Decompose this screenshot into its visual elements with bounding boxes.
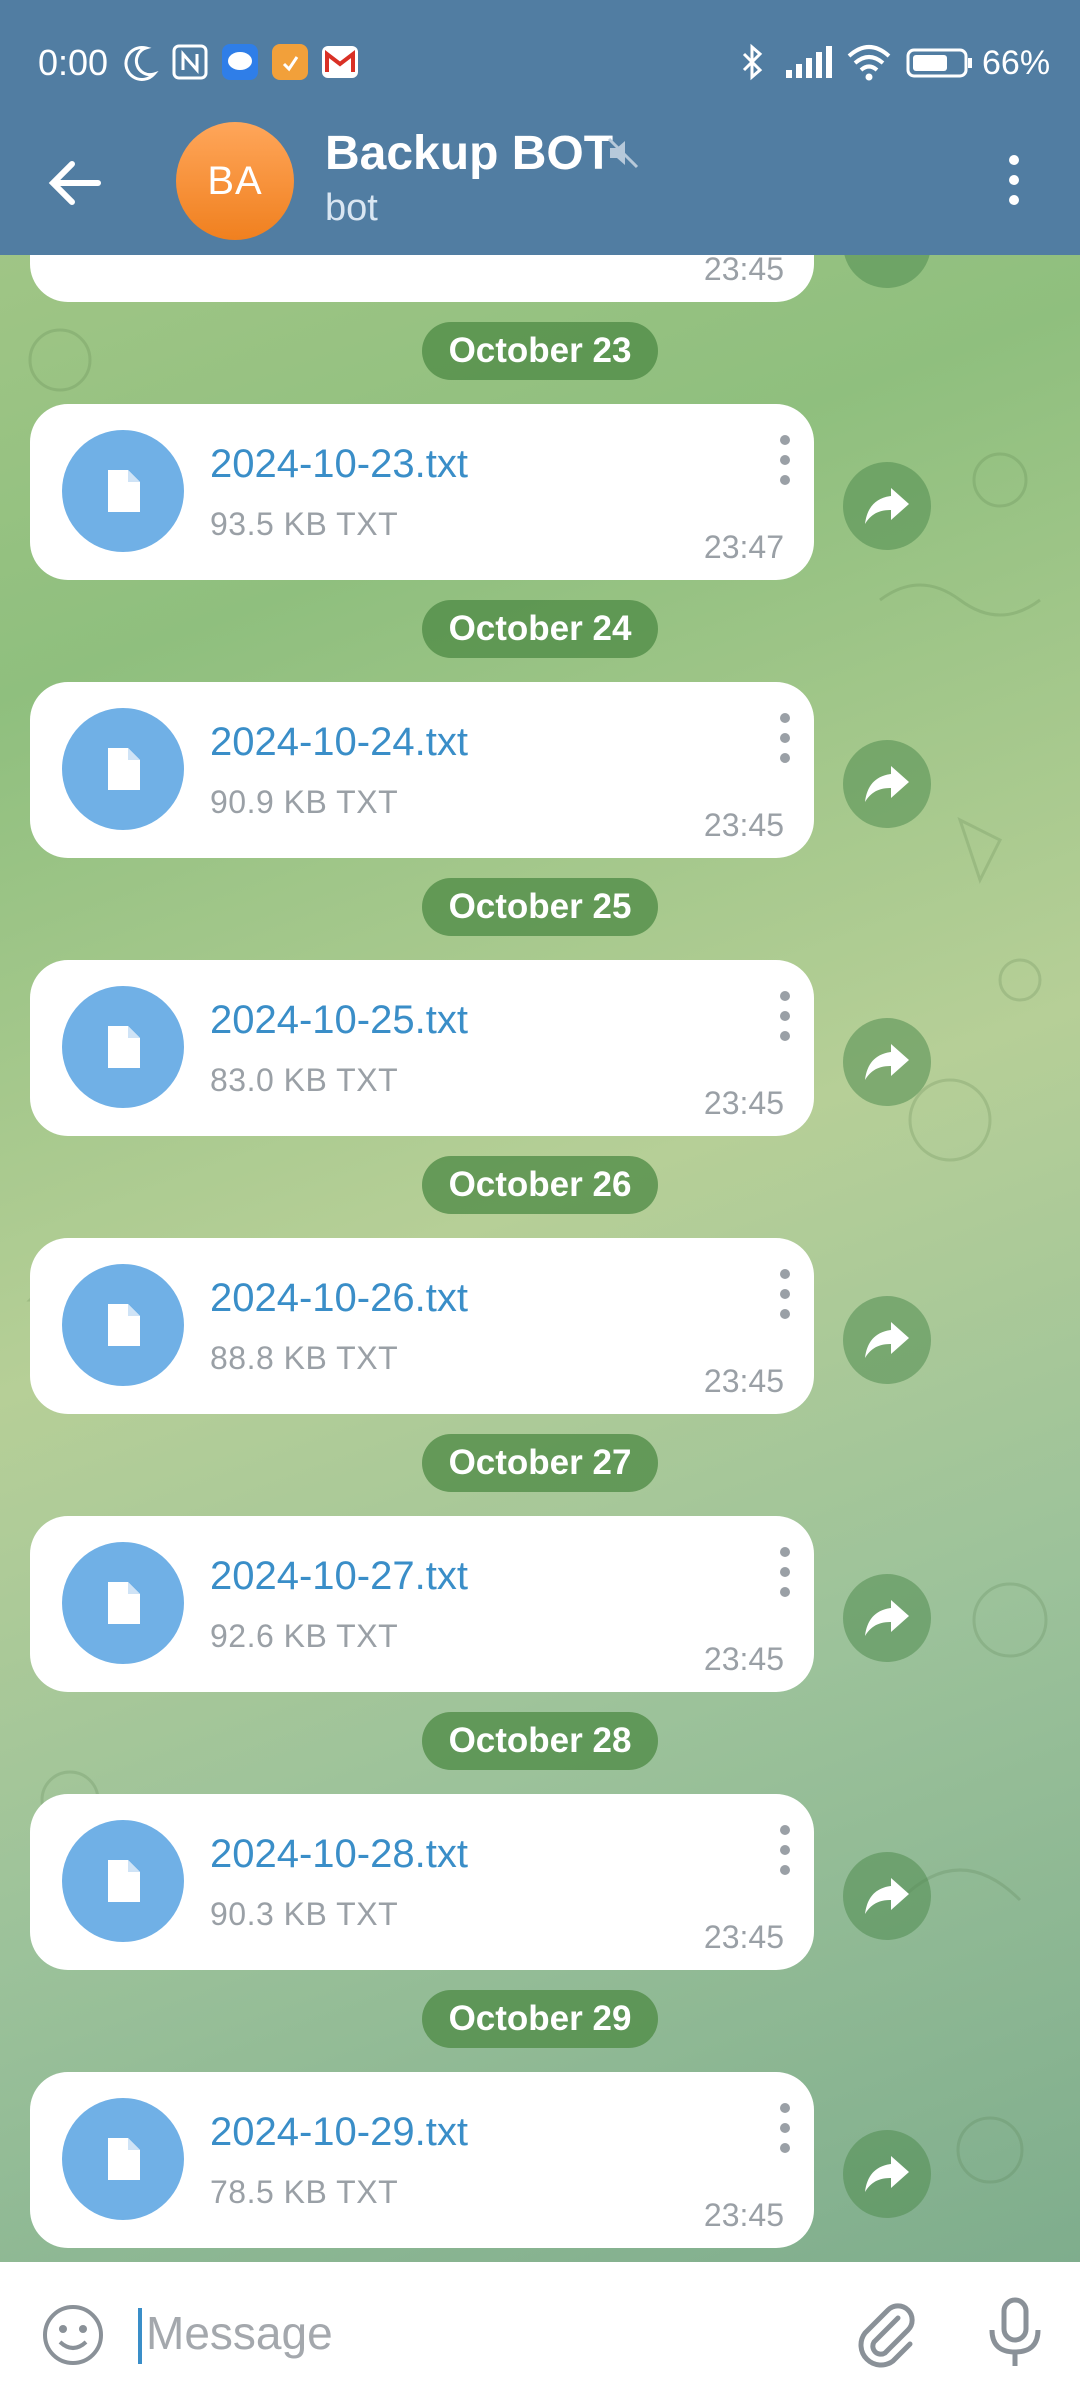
file-size: 90.9 KB TXT (210, 784, 399, 820)
document-icon (108, 1026, 140, 1068)
message-composer (0, 2262, 1080, 2400)
message-time: 23:45 (703, 2197, 784, 2233)
file-size: 92.6 KB TXT (210, 1618, 399, 1654)
more-options-icon[interactable] (770, 710, 800, 766)
chat-subtitle: bot (325, 187, 378, 229)
more-options-icon[interactable] (770, 1544, 800, 1600)
file-name[interactable]: 2024-10-23.txt (210, 442, 468, 487)
app-notification-icon (272, 44, 308, 80)
more-options-icon[interactable] (770, 988, 800, 1044)
signal-icon (786, 46, 832, 78)
date-separator: October 24 (422, 600, 658, 658)
more-options-icon[interactable] (770, 1266, 800, 1322)
document-icon (108, 1860, 140, 1902)
file-size: 88.8 KB TXT (210, 1340, 399, 1376)
file-message-bubble[interactable]: 2024-10-24.txt 90.9 KB TXT 23:45 (30, 682, 814, 858)
share-button[interactable] (843, 2130, 931, 2218)
share-button[interactable] (843, 1852, 931, 1940)
back-arrow-icon[interactable] (40, 148, 110, 218)
status-bar: 0:00 66% (0, 0, 1080, 130)
file-message-bubble[interactable]: 2024-10-27.txt 92.6 KB TXT 23:45 (30, 1516, 814, 1692)
document-icon (108, 748, 140, 790)
forward-arrow-icon (865, 766, 909, 802)
wifi-icon (847, 45, 891, 81)
share-button[interactable] (843, 462, 931, 550)
file-name[interactable]: 2024-10-27.txt (210, 1554, 468, 1599)
file-message-bubble[interactable]: 2024-10-25.txt 83.0 KB TXT 23:45 (30, 960, 814, 1136)
file-message-bubble[interactable]: 2024-10-28.txt 90.3 KB TXT 23:45 (30, 1794, 814, 1970)
more-options-icon[interactable] (770, 2100, 800, 2156)
message-time: 23:45 (703, 1641, 784, 1677)
app-header: 0:00 66% BA Backup BOT bot (0, 0, 1080, 255)
file-message-bubble[interactable]: 2024-10-29.txt 78.5 KB TXT 23:45 (30, 2072, 814, 2248)
date-separator: October 23 (422, 322, 658, 380)
date-separator: October 29 (422, 1990, 658, 2048)
microphone-icon[interactable] (980, 2296, 1050, 2370)
forward-arrow-icon (865, 1600, 909, 1636)
file-size: 93.5 KB TXT (210, 506, 399, 542)
messenger-app-icon (222, 44, 258, 80)
file-name[interactable]: 2024-10-29.txt (210, 2110, 468, 2155)
more-menu-icon[interactable] (990, 148, 1038, 212)
file-message-bubble[interactable]: 2024-10-26.txt 88.8 KB TXT 23:45 (30, 1238, 814, 1414)
forward-arrow-icon (865, 488, 909, 524)
file-download-button[interactable] (62, 2098, 184, 2220)
battery-icon (906, 48, 972, 78)
attach-paperclip-icon[interactable] (852, 2298, 922, 2368)
message-input[interactable] (146, 2298, 786, 2368)
file-size: 78.5 KB TXT (210, 2174, 399, 2210)
message-time: 23:47 (703, 529, 784, 565)
file-download-button[interactable] (62, 430, 184, 552)
file-name[interactable]: 2024-10-25.txt (210, 998, 468, 1043)
moon-icon (124, 46, 159, 81)
message-time: 23:45 (703, 807, 784, 843)
bluetooth-icon (742, 43, 763, 81)
forward-arrow-icon (865, 1322, 909, 1358)
file-size: 90.3 KB TXT (210, 1896, 399, 1932)
file-name[interactable]: 2024-10-28.txt (210, 1832, 468, 1877)
file-download-button[interactable] (62, 1542, 184, 1664)
date-separator: October 26 (422, 1156, 658, 1214)
document-icon (108, 470, 140, 512)
file-download-button[interactable] (62, 708, 184, 830)
emoji-icon[interactable] (40, 2302, 106, 2368)
muted-icon (607, 137, 639, 169)
text-cursor (138, 2308, 142, 2364)
file-download-button[interactable] (62, 1264, 184, 1386)
file-name[interactable]: 2024-10-24.txt (210, 720, 468, 765)
date-separator: October 25 (422, 878, 658, 936)
document-icon (108, 1582, 140, 1624)
nfc-icon (172, 44, 208, 80)
date-separator: October 28 (422, 1712, 658, 1770)
status-time: 0:00 (38, 42, 109, 83)
file-download-button[interactable] (62, 1820, 184, 1942)
date-separator: October 27 (422, 1434, 658, 1492)
share-button[interactable] (843, 1574, 931, 1662)
more-options-icon[interactable] (770, 1822, 800, 1878)
gmail-icon (322, 46, 358, 78)
file-size: 83.0 KB TXT (210, 1062, 399, 1098)
document-icon (108, 1304, 140, 1346)
message-time: 23:45 (703, 1363, 784, 1399)
message-time: 23:45 (703, 1919, 784, 1955)
document-icon (108, 2138, 140, 2180)
message-time: 23:45 (703, 1085, 784, 1121)
forward-arrow-icon (865, 1044, 909, 1080)
forward-arrow-icon (865, 2156, 909, 2192)
share-button[interactable] (843, 740, 931, 828)
file-name[interactable]: 2024-10-26.txt (210, 1276, 468, 1321)
share-button[interactable] (843, 1018, 931, 1106)
battery-percent: 66% (982, 44, 1051, 82)
message-time: 23:45 (703, 251, 784, 287)
more-options-icon[interactable] (770, 432, 800, 488)
file-download-button[interactable] (62, 986, 184, 1108)
file-message-bubble[interactable]: 2024-10-23.txt 93.5 KB TXT 23:47 (30, 404, 814, 580)
avatar[interactable]: BA (176, 122, 294, 240)
forward-arrow-icon (865, 1878, 909, 1914)
share-button[interactable] (843, 1296, 931, 1384)
chat-title[interactable]: Backup BOT (325, 126, 613, 181)
